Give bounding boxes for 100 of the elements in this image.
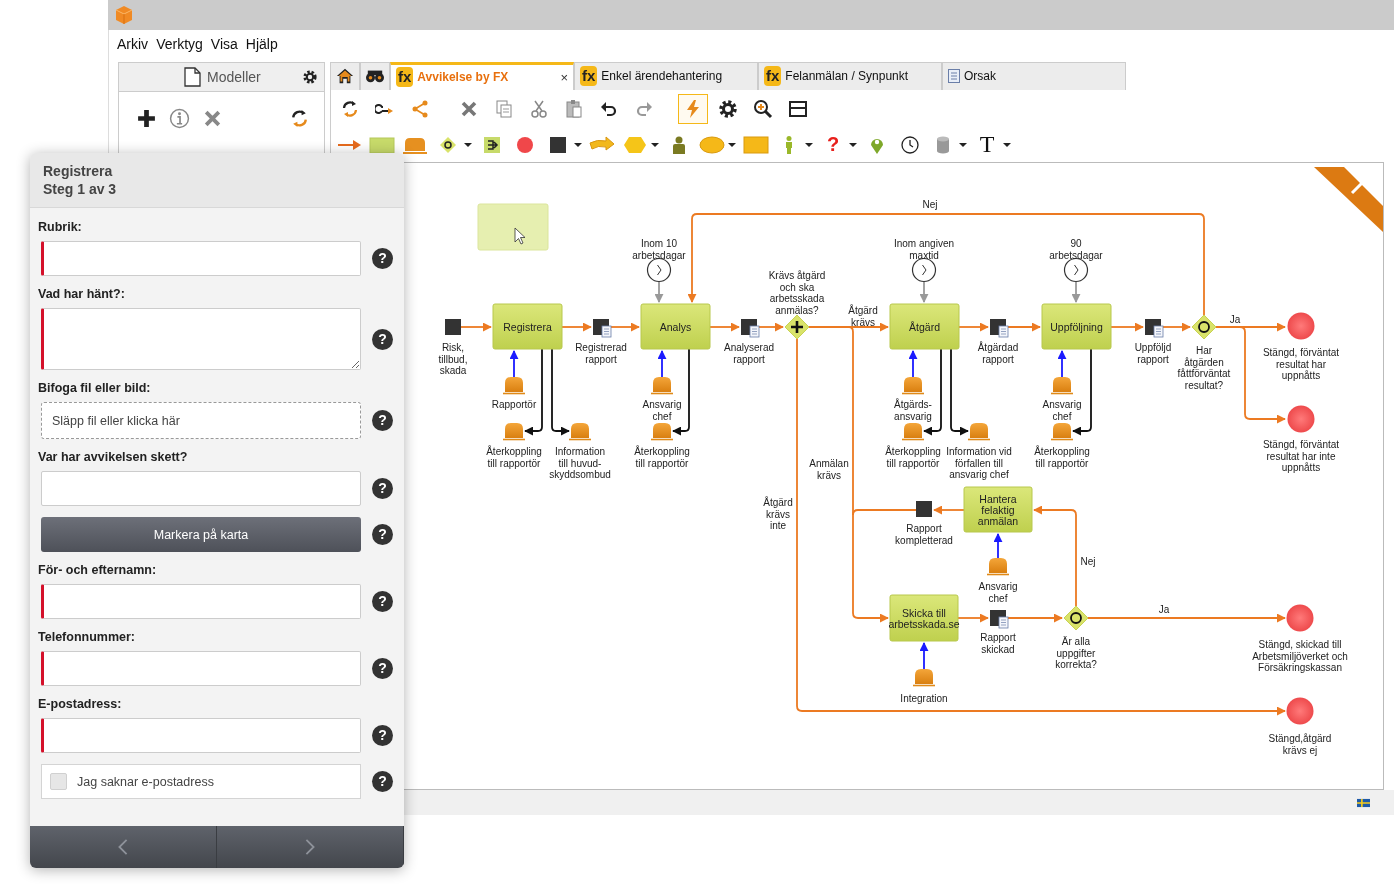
lightning-button[interactable]	[678, 93, 708, 124]
caret-icon[interactable]	[464, 140, 472, 149]
end-event-icon[interactable]	[1286, 604, 1314, 632]
input-field[interactable]	[41, 471, 361, 506]
tab[interactable]	[330, 62, 360, 90]
delete-icon[interactable]	[202, 108, 223, 129]
inclusive-gateway-icon[interactable]	[1191, 314, 1217, 340]
panel-title: Modeller	[207, 69, 262, 85]
node-label: Återkoppling till rapportör	[1034, 445, 1090, 468]
checkbox[interactable]	[50, 773, 67, 790]
data-object-icon[interactable]	[593, 318, 612, 338]
task-node[interactable]: Analys	[640, 303, 711, 350]
map-button[interactable]: Markera på karta	[41, 517, 361, 552]
help-button[interactable]: ?	[372, 248, 393, 269]
menu-item[interactable]: Arkiv	[117, 35, 149, 52]
help-button[interactable]: ?	[372, 524, 393, 545]
checkbox-row[interactable]: Jag saknar e-postadress	[41, 764, 361, 799]
end-event-icon[interactable]	[1287, 405, 1315, 433]
actor-icon[interactable]	[650, 422, 674, 441]
help-button[interactable]: ?	[372, 771, 393, 792]
input-field[interactable]	[41, 718, 361, 753]
help-button[interactable]: ?	[372, 478, 393, 499]
question-tool[interactable]: ?	[820, 133, 846, 157]
node-label: Information till huvud- skyddsombud	[549, 445, 611, 480]
end-event-icon[interactable]	[1286, 697, 1314, 725]
node-label: Inom angiven maxtid	[894, 237, 954, 260]
actor-icon[interactable]	[1050, 422, 1074, 441]
text-tool[interactable]: T	[974, 131, 1000, 159]
tab[interactable]: fx Felanmälan / Synpunkt	[758, 62, 942, 90]
data-object-icon[interactable]	[741, 318, 760, 338]
field-label: Telefonnummer:	[38, 630, 136, 644]
caret-icon[interactable]	[728, 140, 736, 149]
tab[interactable]	[360, 62, 390, 90]
info-icon[interactable]	[169, 108, 190, 129]
actor-icon[interactable]	[502, 422, 526, 441]
start-event-icon[interactable]	[445, 318, 461, 335]
task-node[interactable]: Hantera felaktig anmälan	[963, 486, 1033, 533]
parallel-gateway-icon[interactable]	[784, 314, 810, 340]
actor-icon[interactable]	[901, 376, 925, 395]
actor-icon[interactable]	[1050, 376, 1074, 395]
actor-icon[interactable]	[650, 376, 674, 395]
input-field[interactable]	[41, 584, 361, 619]
zoom-icon	[753, 98, 773, 119]
sequence-flow-arrow	[561, 322, 592, 332]
menu-item[interactable]: Verktyg	[156, 35, 203, 52]
actor-icon[interactable]	[502, 376, 526, 395]
task-node[interactable]: Skicka till arbetsskada.se	[888, 594, 960, 642]
rect-tool-icon[interactable]	[743, 134, 769, 155]
caret-icon[interactable]	[805, 140, 813, 149]
add-icon[interactable]	[136, 108, 157, 129]
tab[interactable]: fx Avvikelse by FX ×	[390, 62, 574, 90]
help-button[interactable]: ?	[372, 410, 393, 431]
input-field[interactable]	[41, 651, 361, 686]
data-object-icon[interactable]	[990, 318, 1009, 338]
flow-label: Ja	[1229, 313, 1241, 325]
cut-icon	[529, 98, 549, 119]
flag-icon[interactable]	[1357, 797, 1370, 808]
actor-icon[interactable]	[986, 557, 1010, 575]
caret-icon[interactable]	[574, 140, 582, 149]
square-event-icon[interactable]	[916, 500, 932, 517]
association-arrow	[919, 641, 929, 670]
end-event-icon[interactable]	[1287, 312, 1315, 340]
tab[interactable]: fx Enkel ärendehantering	[574, 62, 758, 90]
timer-link-arrow	[654, 280, 664, 303]
input-field[interactable]	[41, 241, 361, 276]
inclusive-gateway-icon[interactable]	[1063, 605, 1089, 631]
node-label: Integration	[900, 692, 948, 704]
actor-icon[interactable]	[568, 422, 592, 441]
node-label: Rapport skickad	[980, 631, 1016, 654]
help-button[interactable]: ?	[372, 725, 393, 746]
caret-icon[interactable]	[959, 140, 967, 149]
caret-icon[interactable]	[1003, 140, 1011, 149]
help-button[interactable]: ?	[372, 328, 393, 350]
data-object-icon[interactable]	[990, 609, 1009, 629]
task-tool-icon[interactable]	[369, 134, 395, 155]
actor-icon[interactable]	[901, 422, 925, 441]
task-node[interactable]: Registrera	[492, 303, 563, 350]
menu-item[interactable]: Visa	[210, 35, 238, 52]
actor-icon[interactable]	[967, 422, 991, 441]
menu-item[interactable]: Hjälp	[245, 35, 278, 52]
sync-icon[interactable]	[289, 108, 310, 129]
settings-icon[interactable]	[302, 69, 318, 85]
pencil-corner-icon[interactable]	[1314, 166, 1383, 233]
clock-icon[interactable]	[911, 257, 937, 282]
node-label: Risk, tillbud, skada	[438, 341, 468, 376]
close-button[interactable]: ×	[560, 69, 568, 85]
share-icon	[410, 98, 430, 119]
actor-icon[interactable]	[912, 668, 936, 686]
field-label: E-postadress:	[38, 697, 123, 711]
task-node[interactable]: Uppföljning	[1041, 303, 1112, 350]
data-object-icon[interactable]	[1145, 318, 1164, 338]
caret-icon[interactable]	[849, 140, 857, 149]
task-node[interactable]: Åtgärd	[889, 303, 960, 350]
tab[interactable]: Orsak	[942, 62, 1126, 90]
help-button[interactable]: ?	[372, 658, 393, 679]
file-drop-zone[interactable]: Släpp fil eller klicka här	[41, 402, 361, 439]
fx-badge: fx	[396, 67, 414, 88]
caret-icon[interactable]	[651, 140, 659, 149]
help-button[interactable]: ?	[372, 591, 393, 612]
field-label: Bifoga fil eller bild:	[38, 381, 152, 395]
